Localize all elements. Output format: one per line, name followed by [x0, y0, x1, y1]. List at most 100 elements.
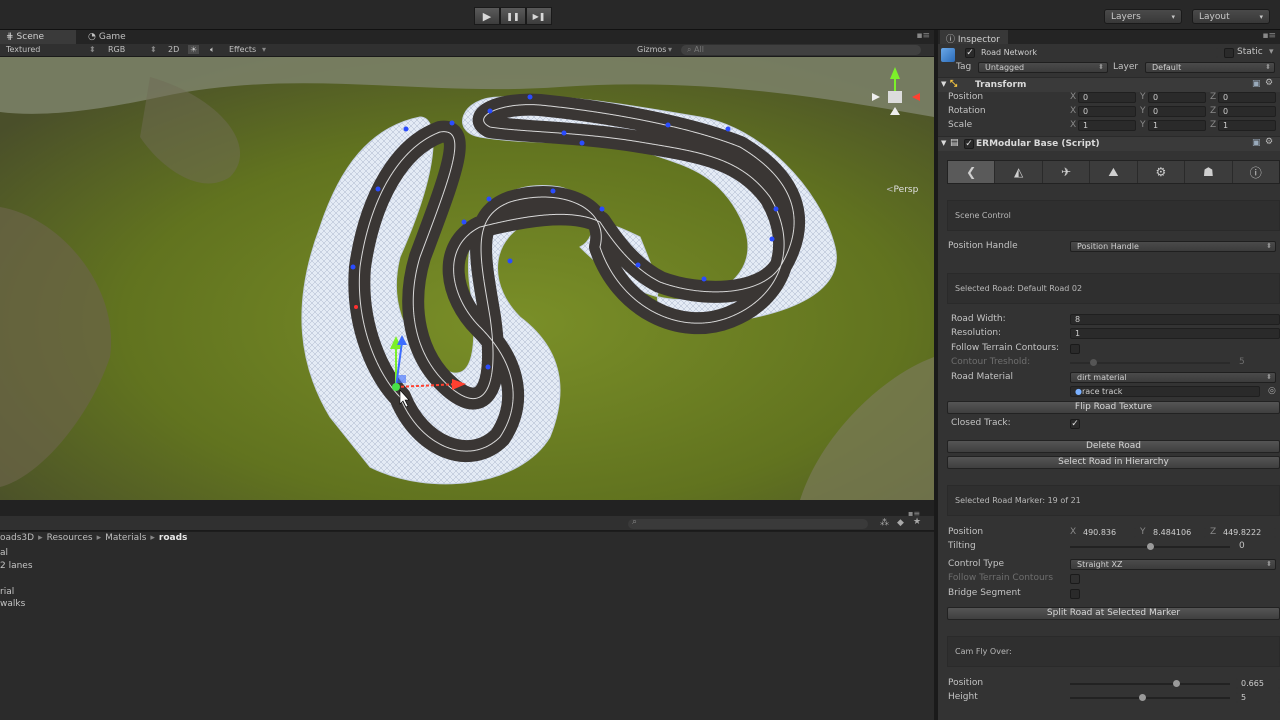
gizmos-dropdown[interactable]: Gizmos	[637, 45, 666, 54]
build-tool-icon[interactable]: ☗	[1185, 161, 1233, 183]
tab-inspector[interactable]: ⓘ Inspector	[940, 30, 1008, 45]
tilting-knob[interactable]	[1147, 543, 1154, 550]
layers-dropdown[interactable]: Layers ▾	[1104, 9, 1182, 24]
settings-tool-icon[interactable]: ⚙	[1138, 161, 1186, 183]
gear-icon[interactable]: ⚙	[1265, 137, 1273, 147]
road-marker[interactable]	[527, 94, 533, 100]
road-marker[interactable]	[403, 126, 409, 132]
contour-threshold-knob[interactable]	[1090, 359, 1097, 366]
info-tool-icon[interactable]: ⓘ	[1233, 161, 1279, 183]
road-marker[interactable]	[725, 126, 731, 132]
pause-button[interactable]: ❚❚	[500, 7, 526, 25]
cam-position-field[interactable]: 0.665	[1236, 678, 1280, 689]
road-marker[interactable]	[665, 122, 671, 128]
road-marker[interactable]	[449, 120, 455, 126]
list-item[interactable]: 2 lanes	[0, 561, 33, 571]
control-type-dropdown[interactable]: Straight XZ	[1070, 559, 1276, 570]
project-search-input[interactable]: ⌕	[628, 517, 868, 529]
color-mode-dropdown[interactable]: RGB	[108, 45, 125, 54]
road-marker[interactable]	[635, 262, 641, 268]
marker-y-field[interactable]: 8.484106	[1148, 527, 1206, 538]
position-y-field[interactable]: 0	[1148, 92, 1206, 103]
terrain-tool-icon[interactable]: ⛰︎	[1090, 161, 1138, 183]
closed-track-checkbox[interactable]: ✓	[1070, 419, 1080, 429]
static-checkbox[interactable]	[1224, 48, 1234, 58]
scene-viewport[interactable]: <Persp	[0, 57, 934, 500]
marker-x-field[interactable]: 490.836	[1078, 527, 1136, 538]
list-item[interactable]: walks	[0, 599, 25, 609]
filter-label-icon[interactable]: ◆	[897, 518, 904, 528]
tag-dropdown[interactable]: Untagged	[978, 62, 1108, 73]
delete-road-button[interactable]: Delete Road	[947, 440, 1280, 453]
transform-header[interactable]: ▼ ⤡ Transform ▣ ⚙	[938, 77, 1280, 92]
layer-dropdown[interactable]: Default	[1145, 62, 1275, 73]
object-picker-icon[interactable]: ◎	[1268, 386, 1276, 396]
chevron-down-icon[interactable]: ▾	[1269, 47, 1274, 57]
position-z-field[interactable]: 0	[1218, 92, 1276, 103]
book-icon[interactable]: ▣	[1252, 79, 1261, 89]
bridge-segment-checkbox[interactable]	[1070, 589, 1080, 599]
filter-type-icon[interactable]: ⁂	[880, 518, 889, 528]
road-marker[interactable]	[550, 188, 556, 194]
shading-mode-dropdown[interactable]: Textured	[6, 45, 40, 54]
lighting-icon[interactable]: ☀	[188, 45, 200, 54]
road-marker[interactable]	[350, 264, 356, 270]
gear-icon[interactable]: ⚙	[1265, 78, 1273, 88]
road-width-field[interactable]: 8	[1070, 314, 1280, 325]
tab-game[interactable]: ◔ Game	[82, 30, 152, 44]
cam-height-knob[interactable]	[1139, 694, 1146, 701]
select-road-button[interactable]: Select Road in Hierarchy	[947, 456, 1280, 469]
add-road-tool-icon[interactable]: ◭	[995, 161, 1043, 183]
scale-z-field[interactable]: 1	[1218, 120, 1276, 131]
road-marker[interactable]	[485, 364, 491, 370]
active-checkbox[interactable]: ✓	[965, 48, 975, 58]
follow-terrain-checkbox[interactable]	[1070, 344, 1080, 354]
panel-menu-icon[interactable]: ▪≡	[916, 31, 930, 41]
breadcrumb-item[interactable]: Materials	[105, 533, 146, 546]
scene-search-input[interactable]: ⌕ All	[681, 45, 921, 55]
star-icon[interactable]: ★	[913, 517, 921, 527]
play-button[interactable]: ▶	[474, 7, 500, 25]
road-marker[interactable]	[561, 130, 567, 136]
road-material-dropdown[interactable]: dirt material	[1070, 372, 1276, 383]
position-x-field[interactable]: 0	[1078, 92, 1136, 103]
road-marker[interactable]	[354, 305, 358, 309]
breadcrumb-item[interactable]: Resources	[47, 533, 93, 546]
road-marker[interactable]	[773, 206, 779, 212]
follow-terrain-marker-checkbox[interactable]	[1070, 574, 1080, 584]
book-icon[interactable]: ▣	[1252, 138, 1261, 148]
script-component-header[interactable]: ▼ ▤ ✓ ERModular Base (Script) ▣ ⚙	[938, 136, 1280, 151]
rotation-x-field[interactable]: 0	[1078, 106, 1136, 117]
panel-menu-icon[interactable]: ▪≡	[1262, 31, 1276, 41]
road-marker[interactable]	[461, 219, 467, 225]
cam-height-slider[interactable]	[1070, 697, 1230, 699]
road-material-object-field[interactable]: ●race track	[1070, 386, 1260, 397]
road-marker[interactable]	[486, 196, 492, 202]
cam-position-slider[interactable]	[1070, 683, 1230, 685]
road-marker[interactable]	[507, 258, 513, 264]
scale-x-field[interactable]: 1	[1078, 120, 1136, 131]
scene-render[interactable]	[0, 57, 934, 500]
cam-position-knob[interactable]	[1173, 680, 1181, 687]
layout-dropdown[interactable]: Layout ▾	[1192, 9, 1270, 24]
breadcrumb-current[interactable]: roads	[159, 533, 188, 546]
road-marker[interactable]	[701, 276, 707, 282]
road-marker[interactable]	[487, 108, 493, 114]
flip-road-texture-button[interactable]: Flip Road Texture	[947, 401, 1280, 414]
object-name-field[interactable]: Road Network	[976, 47, 1218, 58]
connection-tool-icon[interactable]: ✈︎	[1043, 161, 1091, 183]
effects-dropdown[interactable]: Effects	[229, 45, 256, 54]
toggle-2d-button[interactable]: 2D	[168, 45, 179, 54]
list-item[interactable]: al	[0, 548, 8, 558]
list-item[interactable]: rial	[0, 587, 14, 597]
rotation-y-field[interactable]: 0	[1148, 106, 1206, 117]
perspective-label[interactable]: <Persp	[886, 185, 918, 195]
split-road-button[interactable]: Split Road at Selected Marker	[947, 607, 1280, 620]
position-handle-dropdown[interactable]: Position Handle	[1070, 241, 1276, 252]
resolution-field[interactable]: 1	[1070, 328, 1280, 339]
road-marker[interactable]	[579, 140, 585, 146]
cam-height-field[interactable]: 5	[1236, 692, 1280, 703]
script-enabled-checkbox[interactable]: ✓	[964, 139, 974, 149]
tab-scene[interactable]: ⋕ Scene	[0, 30, 76, 44]
road-marker[interactable]	[599, 206, 605, 212]
